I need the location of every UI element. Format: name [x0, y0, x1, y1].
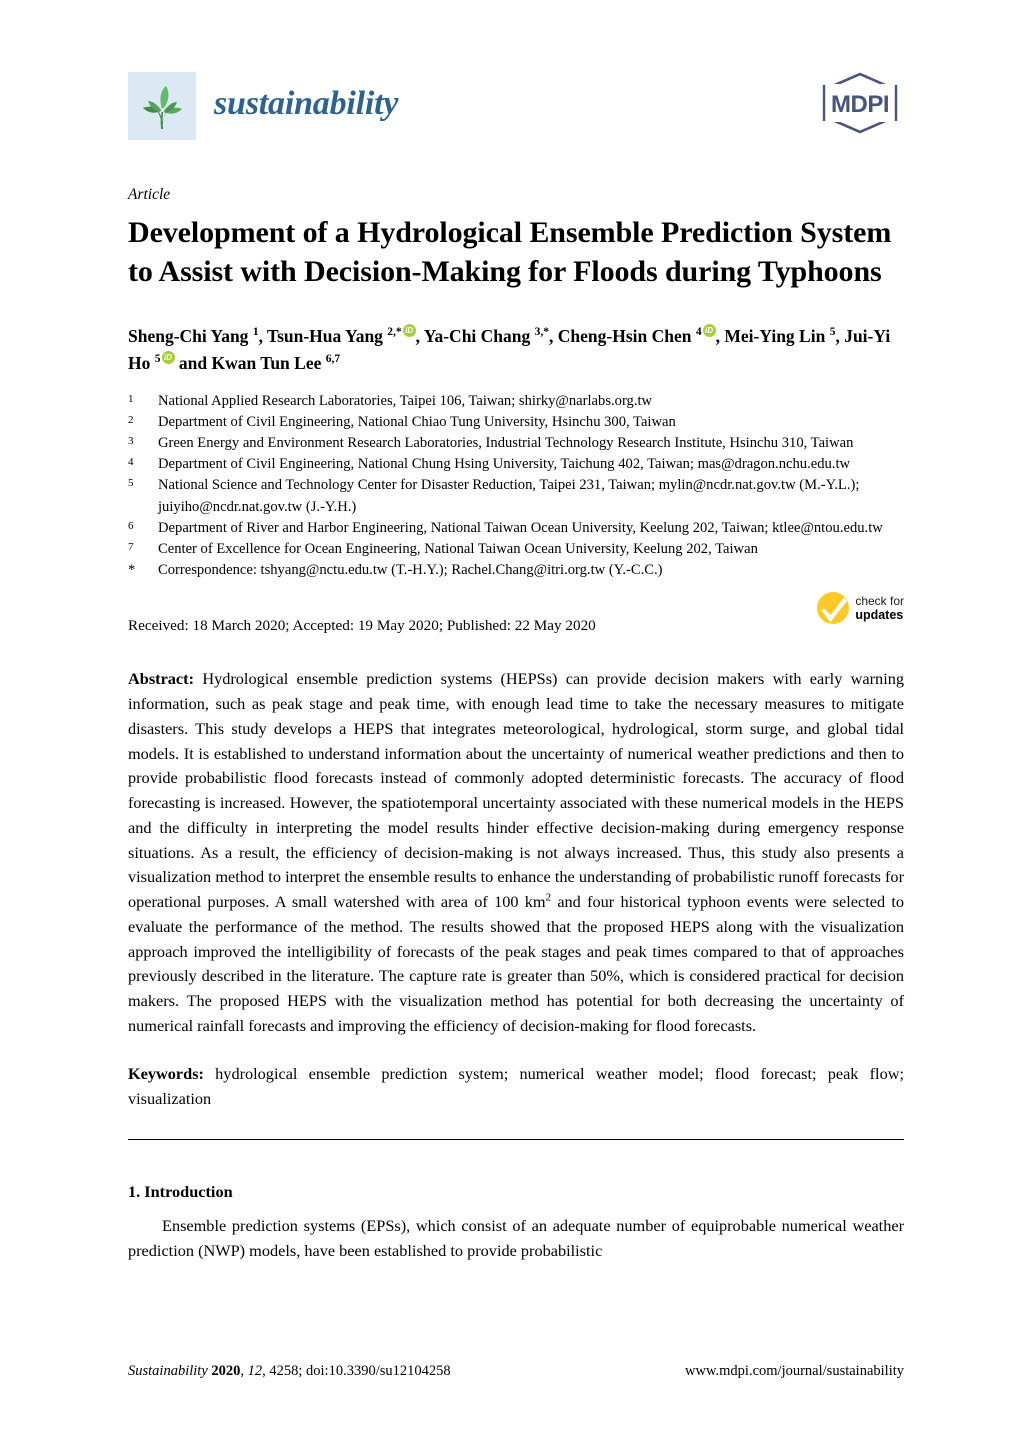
footer-volume: 12: [247, 1363, 263, 1379]
footer-article-number: 4258: [269, 1363, 299, 1379]
abstract-text-part1: Hydrological ensemble prediction systems…: [128, 669, 904, 912]
affiliation-text: Green Energy and Environment Research La…: [158, 435, 854, 452]
keywords-label: Keywords:: [128, 1063, 204, 1083]
abstract-label: Abstract:: [128, 669, 195, 689]
mdpi-logo: MDPI: [816, 72, 904, 139]
correspondence-marker: *: [128, 562, 136, 579]
footer-journal-name: Sustainability: [128, 1363, 208, 1379]
affiliation-text: Department of Civil Engineering, Nationa…: [158, 414, 676, 430]
body-paragraph: Ensemble prediction systems (EPSs), whic…: [128, 1216, 904, 1261]
affiliation-text: Center of Excellence for Ocean Engineeri…: [158, 540, 758, 557]
affiliation-list: 1 National Applied Research Laboratories…: [128, 391, 904, 581]
footer-year: 2020: [211, 1363, 241, 1379]
affiliation-marker: 6: [128, 519, 134, 532]
masthead: sustainability MDPI: [128, 72, 904, 164]
footer-doi: doi:10.3390/su12104258: [306, 1363, 451, 1379]
page-title: Development of a Hydrological Ensemble P…: [128, 215, 892, 288]
journal-title: sustainability: [214, 85, 399, 122]
orcid-icon[interactable]: [702, 323, 716, 337]
correspondence-item: * Correspondence: tshyang@nctu.edu.tw (T…: [128, 560, 904, 581]
dates-row: Received: 18 March 2020; Accepted: 19 Ma…: [128, 592, 904, 647]
page-footer: Sustainability 2020, 12, 4258; doi:10.33…: [128, 1363, 904, 1380]
section-divider: [128, 1139, 904, 1141]
author-entry: Sheng-Chi Yang 1,: [128, 325, 267, 346]
seedling-leaf-icon: [128, 72, 196, 140]
yellow-checkmark-circle-icon: [817, 592, 850, 625]
affiliation-marker: 1: [128, 392, 134, 405]
affiliation-marker: 5: [128, 477, 134, 490]
affiliation-text: National Science and Technology Center f…: [158, 477, 860, 515]
author-entry: Kwan Tun Lee 6,7: [211, 352, 341, 373]
check-for-updates-line1: check for: [855, 593, 904, 608]
affiliation-item: 2 Department of Civil Engineering, Natio…: [128, 412, 904, 433]
affiliation-text: Department of Civil Engineering, Nationa…: [158, 456, 851, 473]
article-type-label: Article: [128, 186, 171, 203]
abstract-block: Abstract: Hydrological ensemble predicti…: [128, 667, 904, 1038]
affiliation-item: 7 Center of Excellence for Ocean Enginee…: [128, 539, 904, 560]
affiliation-text: National Applied Research Laboratories, …: [158, 392, 653, 409]
keywords-block: Keywords: hydrological ensemble predicti…: [128, 1062, 904, 1112]
author-entry: Tsun-Hua Yang 2,*,: [267, 323, 424, 346]
affiliation-marker: 3: [128, 435, 134, 448]
affiliation-marker: 7: [128, 540, 134, 553]
orcid-icon[interactable]: [161, 350, 175, 364]
footer-sep-4: ;: [298, 1363, 307, 1379]
author-entry: Cheng-Hsin Chen 4,: [558, 323, 725, 346]
page-content: sustainability MDPI Article Development …: [128, 0, 904, 1280]
keywords-text: hydrological ensemble prediction system;…: [128, 1063, 904, 1108]
author-entry: Ya-Chi Chang 3,*,: [423, 325, 558, 346]
journal-brand: sustainability: [128, 72, 398, 140]
abstract-text-part2: and four historical typhoon events were …: [128, 892, 905, 1035]
affiliation-text: Department of River and Harbor Engineeri…: [158, 519, 883, 536]
affiliation-marker: 2: [128, 414, 134, 426]
footer-journal-url[interactable]: www.mdpi.com/journal/sustainability: [685, 1363, 904, 1380]
correspondence-text: Correspondence: tshyang@nctu.edu.tw (T.-…: [158, 562, 663, 579]
check-for-updates-badge[interactable]: check for updates: [816, 591, 904, 625]
affiliation-item: 4 Department of Civil Engineering, Natio…: [128, 454, 904, 475]
footer-citation: Sustainability 2020, 12, 4258; doi:10.33…: [128, 1363, 451, 1380]
section-heading-introduction: 1. Introduction: [128, 1182, 233, 1202]
affiliation-marker: 4: [128, 456, 134, 469]
paper-page: sustainability MDPI Article Development …: [0, 0, 1020, 1442]
check-for-updates-line2: updates: [855, 607, 904, 622]
svg-text:MDPI: MDPI: [831, 91, 889, 118]
affiliation-item: 1 National Applied Research Laboratories…: [128, 391, 904, 412]
footer-sep-2: ,: [240, 1363, 248, 1379]
affiliation-item: 6 Department of River and Harbor Enginee…: [128, 518, 904, 539]
orcid-icon[interactable]: [402, 323, 416, 337]
publication-dates: Received: 18 March 2020; Accepted: 19 Ma…: [128, 617, 596, 635]
author-list: Sheng-Chi Yang 1, Tsun-Hua Yang 2,*, Ya-…: [128, 323, 904, 377]
affiliation-item: 3 Green Energy and Environment Research …: [128, 433, 904, 454]
check-for-updates-text: check for updates: [855, 593, 904, 622]
author-entry: Mei-Ying Lin 5,: [724, 325, 840, 346]
affiliation-item: 5 National Science and Technology Center…: [128, 475, 904, 517]
